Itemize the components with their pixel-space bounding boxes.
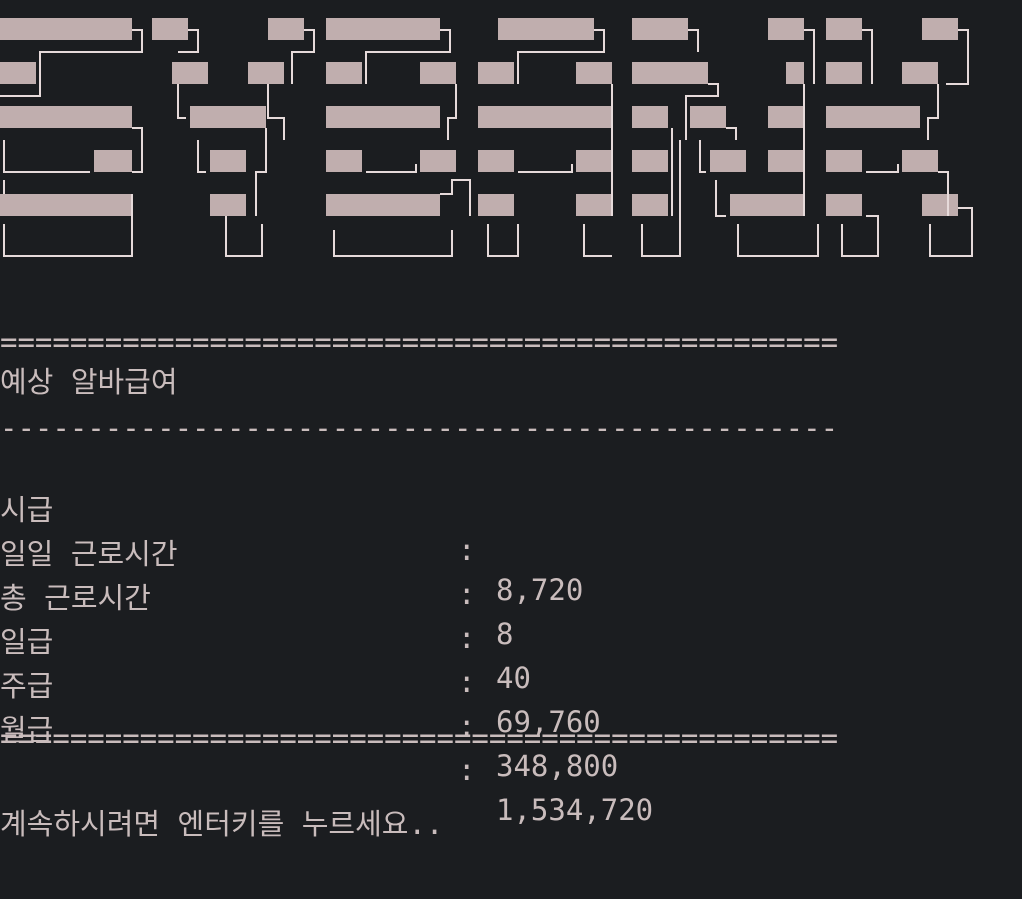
- row-value: 40: [496, 661, 531, 695]
- row-weekly-pay: 주급 : 348,800: [0, 626, 618, 783]
- row-colon: :: [458, 533, 476, 567]
- section-title: 예상 알바급여: [0, 365, 178, 399]
- row-value: 1,534,720: [496, 793, 654, 827]
- double-rule-top: ========================================…: [0, 326, 839, 358]
- ascii-art-banner-icon: [0, 18, 973, 257]
- row-daily-hours: 일일 근로시간 : 8: [0, 494, 513, 651]
- row-hourly-wage: 시급 : 8,720: [0, 450, 583, 607]
- continue-prompt: 계속하시려면 엔터키를 누르세요..: [0, 807, 444, 841]
- double-rule-bottom: ========================================…: [0, 722, 839, 754]
- row-monthly-pay: 월급 : 1,534,720: [0, 670, 653, 827]
- row-total-hours: 총 근로시간 : 40: [0, 538, 531, 695]
- row-colon: :: [458, 621, 476, 655]
- row-value: 8,720: [496, 573, 584, 607]
- terminal-window: ========================================…: [0, 0, 1022, 899]
- single-rule: ----------------------------------------…: [0, 412, 839, 444]
- row-daily-pay: 일급 : 69,760: [0, 582, 601, 739]
- row-colon: :: [458, 577, 476, 611]
- row-colon: :: [458, 753, 476, 787]
- row-value: 8: [496, 617, 514, 651]
- row-colon: :: [458, 665, 476, 699]
